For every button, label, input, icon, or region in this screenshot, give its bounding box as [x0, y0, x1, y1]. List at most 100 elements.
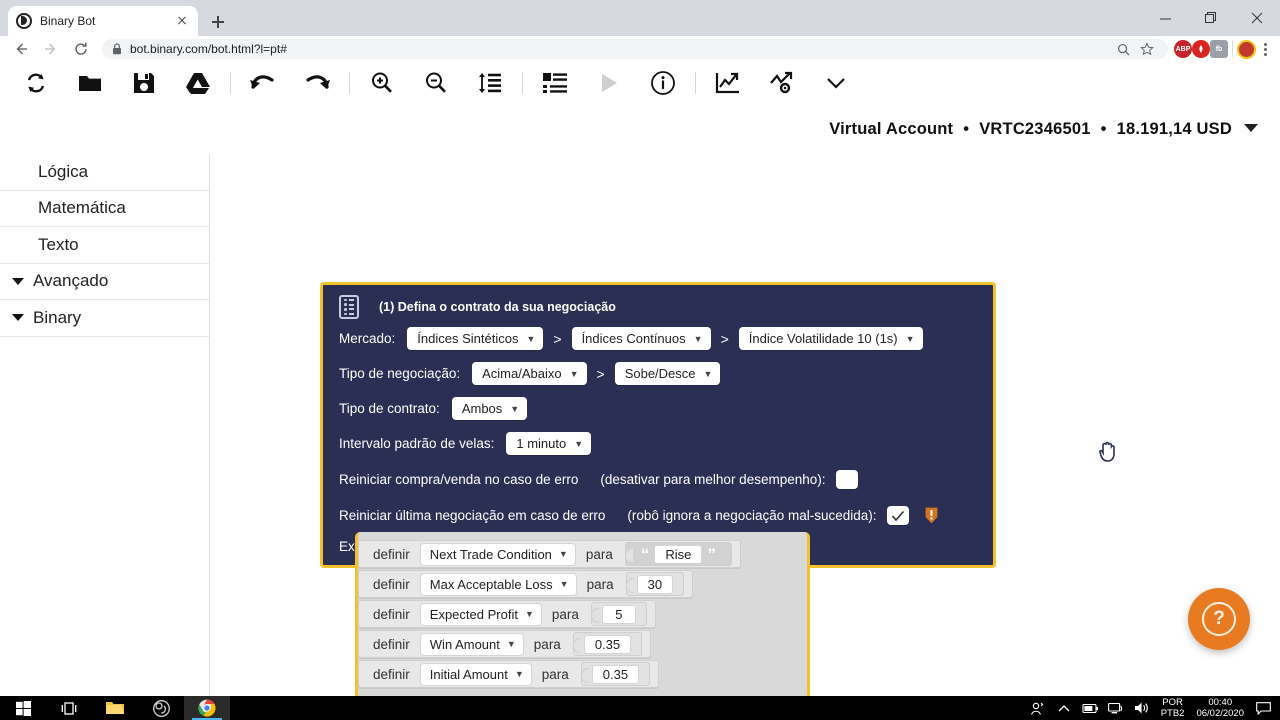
more-button[interactable] — [810, 62, 862, 104]
browser-titlebar: Binary Bot — [0, 0, 1280, 36]
expand-arrow-icon — [12, 314, 24, 322]
toolbar-divider — [695, 71, 696, 94]
google-drive-button[interactable] — [172, 62, 224, 104]
reset-workspace-button[interactable] — [10, 62, 62, 104]
start-button[interactable] — [0, 696, 46, 720]
set-statement-row[interactable]: definir Expected Profit ▼ para 5 — [358, 600, 656, 628]
sidebar-item-binary[interactable]: Binary — [0, 300, 209, 337]
value-field[interactable]: 0.35 — [583, 634, 632, 654]
forward-button[interactable] — [36, 37, 66, 61]
chevron-down-icon: ▼ — [510, 403, 520, 414]
variable-name: Win Amount — [429, 636, 500, 652]
warning-shield-icon[interactable] — [925, 507, 938, 524]
profile-avatar[interactable] — [1237, 39, 1256, 59]
market-dropdown-2[interactable]: Índices Contínuos ▼ — [571, 327, 711, 350]
value-field[interactable]: Rise — [654, 544, 703, 564]
chrome-button[interactable] — [184, 696, 230, 720]
back-button[interactable] — [6, 37, 36, 61]
value-field[interactable]: 30 — [636, 574, 674, 594]
network-icon[interactable] — [1103, 696, 1129, 720]
value-field[interactable]: 5 — [601, 604, 636, 624]
value-block-number[interactable]: 5 — [590, 602, 647, 626]
restart-last-trade-row: Reiniciar última negociação em caso de e… — [323, 502, 993, 529]
blockly-canvas[interactable]: (1) Defina o contrato da sua negociação … — [210, 154, 1280, 696]
trade-type-dropdown-1[interactable]: Acima/Abaixo ▼ — [472, 362, 587, 385]
shield-extension-icon[interactable] — [1192, 40, 1210, 58]
block-title: (1) Defina o contrato da sua negociação — [379, 300, 616, 314]
value-block-text[interactable]: “ Rise ” — [624, 542, 732, 566]
sidebar-item-texto[interactable]: Texto — [0, 227, 209, 264]
chevron-down-icon: ▼ — [693, 333, 703, 344]
open-file-button[interactable] — [64, 62, 116, 104]
close-window-button[interactable] — [1234, 0, 1280, 36]
tab-title: Binary Bot — [40, 14, 96, 28]
variable-dropdown[interactable]: Max Acceptable Loss ▼ — [419, 572, 577, 596]
value-block-number[interactable]: 0.35 — [572, 632, 643, 656]
show-hidden-icons-chevron-up-icon[interactable] — [1051, 696, 1077, 720]
sidebar-item-avancado[interactable]: Avançado — [0, 264, 209, 300]
restart-buy-sell-label: Reiniciar compra/venda no caso de erro — [339, 472, 579, 487]
volume-icon[interactable] — [1129, 696, 1155, 720]
account-chevron-down-icon[interactable] — [1244, 120, 1258, 138]
file-explorer-button[interactable] — [92, 696, 138, 720]
adblock-extension-icon[interactable]: ABP — [1174, 40, 1192, 58]
restart-last-trade-checkbox[interactable] — [886, 506, 909, 525]
restart-buy-sell-checkbox[interactable] — [835, 470, 858, 489]
account-type-label: Virtual Account — [829, 119, 954, 138]
close-tab-icon[interactable] — [174, 13, 190, 29]
variable-dropdown[interactable]: Next Trade Condition ▼ — [419, 542, 576, 566]
trade-type-dropdown-1-value: Acima/Abaixo — [482, 366, 562, 381]
address-bar[interactable]: bot.binary.com/bot.html?l=pt# — [102, 39, 1168, 59]
clock-date: 06/02/2020 — [1196, 708, 1244, 719]
set-statement-row[interactable]: definir Initial Amount ▼ para 0.35 — [358, 660, 660, 688]
notification-center-button[interactable] — [1250, 696, 1276, 720]
set-statements-stack[interactable]: definir Next Trade Condition ▼ para “ Ris… — [355, 532, 810, 696]
reload-button[interactable] — [66, 37, 96, 61]
redo-button[interactable] — [291, 62, 343, 104]
fb-extension-icon[interactable]: fb — [1210, 40, 1228, 58]
sidebar-item-matematica[interactable]: Matemática — [0, 191, 209, 227]
summary-button[interactable] — [529, 62, 581, 104]
zoom-out-button[interactable] — [410, 62, 462, 104]
variable-dropdown[interactable]: Win Amount ▼ — [419, 632, 524, 656]
browser-tab[interactable]: Binary Bot — [8, 6, 198, 36]
info-button[interactable] — [637, 62, 689, 104]
clock[interactable]: 00:40 06/02/2020 — [1190, 697, 1250, 719]
rearrange-blocks-button[interactable] — [464, 62, 516, 104]
variable-dropdown[interactable]: Expected Profit ▼ — [419, 602, 542, 626]
set-to-label: para — [533, 636, 561, 652]
value-block-number[interactable]: 0.35 — [580, 662, 651, 686]
search-icon[interactable] — [1112, 37, 1134, 61]
undo-button[interactable] — [237, 62, 289, 104]
new-tab-button[interactable] — [204, 8, 232, 36]
obs-studio-button[interactable] — [138, 696, 184, 720]
run-bot-button[interactable] — [583, 62, 635, 104]
set-statement-row[interactable]: definir Next Trade Condition ▼ para “ Ris… — [358, 540, 741, 568]
bookmark-star-icon[interactable] — [1136, 37, 1158, 61]
candle-interval-dropdown[interactable]: 1 minuto ▼ — [506, 432, 592, 455]
trade-definition-block[interactable]: (1) Defina o contrato da sua negociação … — [320, 282, 996, 568]
value-block-number[interactable]: 30 — [625, 572, 685, 596]
trade-type-dropdown-2[interactable]: Sobe/Desce ▼ — [614, 362, 721, 385]
set-statement-row[interactable]: definir Win Amount ▼ para 0.35 — [358, 630, 652, 658]
browser-menu-button[interactable] — [1256, 39, 1274, 59]
sidebar-item-logica[interactable]: Lógica — [0, 154, 209, 191]
contract-type-dropdown[interactable]: Ambos ▼ — [451, 397, 528, 420]
zoom-in-button[interactable] — [356, 62, 408, 104]
market-dropdown-3[interactable]: Índice Volatilidade 10 (1s) ▼ — [738, 327, 923, 350]
set-statement-row[interactable]: definir Max Acceptable Loss ▼ para 30 — [358, 570, 694, 598]
language-indicator[interactable]: POR PTB2 — [1155, 697, 1191, 719]
maximize-button[interactable] — [1188, 0, 1234, 36]
help-button[interactable]: ? — [1188, 588, 1250, 650]
chart-button[interactable] — [702, 62, 754, 104]
save-button[interactable] — [118, 62, 170, 104]
people-icon[interactable] — [1025, 696, 1051, 720]
market-dropdown-1[interactable]: Índices Sintéticos ▼ — [407, 327, 544, 350]
task-view-button[interactable] — [46, 696, 92, 720]
minimize-button[interactable] — [1142, 0, 1188, 36]
signals-button[interactable] — [756, 62, 808, 104]
variable-dropdown[interactable]: Initial Amount ▼ — [419, 662, 532, 686]
battery-icon[interactable] — [1077, 696, 1103, 720]
value-field[interactable]: 0.35 — [591, 664, 640, 684]
lock-icon — [113, 43, 121, 55]
